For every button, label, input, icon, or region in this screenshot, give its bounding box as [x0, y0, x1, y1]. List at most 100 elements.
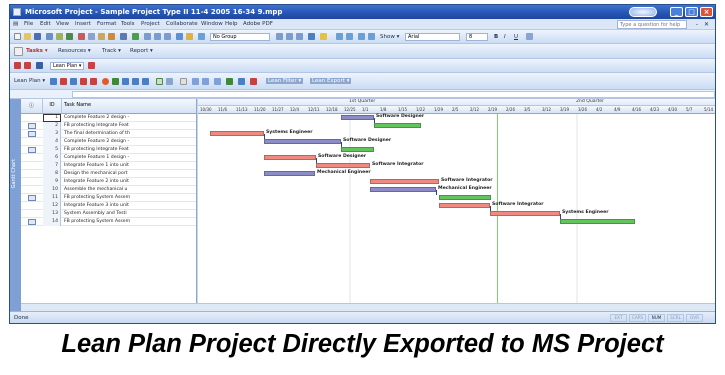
menu-project[interactable]: Project [141, 21, 160, 27]
fx-menu[interactable]: Lean Plan ▾ [14, 78, 45, 84]
table-row[interactable]: 1 Complete Feature 2 design - [21, 114, 196, 122]
table-row[interactable]: 9 Integrate Feature 2 into unit [21, 178, 196, 186]
diamond-icon[interactable] [60, 78, 67, 85]
table-row[interactable]: 6 Complete Feature 1 design - [21, 154, 196, 162]
note-icon[interactable] [28, 147, 36, 153]
gantt-bar[interactable] [341, 147, 374, 152]
gantt-bar[interactable] [210, 131, 264, 136]
pdf-icon[interactable] [88, 62, 95, 69]
minimize-button[interactable]: _ [670, 7, 683, 17]
gantt-bar[interactable] [374, 123, 421, 128]
report-guide-button[interactable]: Report ▾ [130, 48, 153, 54]
link-tasks-icon[interactable] [144, 33, 151, 40]
spelling-icon[interactable] [66, 33, 73, 40]
flag-icon[interactable] [112, 78, 119, 85]
id-column-header[interactable]: ID [43, 99, 62, 114]
table-icon[interactable] [166, 78, 173, 85]
gantt-bar[interactable] [439, 203, 490, 208]
note-icon[interactable] [28, 123, 36, 129]
chart-icon[interactable] [80, 78, 87, 85]
table-row[interactable]: 14 FB protecting System Assem [21, 218, 196, 226]
gantt-bar[interactable] [341, 115, 374, 120]
horizontal-scrollbar[interactable] [21, 303, 715, 311]
table-row[interactable]: 2 FB protecting Integrate Feat [21, 122, 196, 130]
open-icon[interactable] [24, 33, 31, 40]
table-row[interactable]: 12 Integrate Feature 3 into unit [21, 202, 196, 210]
outdent-icon[interactable] [336, 33, 343, 40]
tasks-guide-button[interactable]: Tasks ▾ [26, 48, 48, 54]
task-name[interactable]: Complete Feature 1 design - [62, 154, 196, 162]
gantt-bar[interactable] [264, 155, 316, 160]
task-info-icon[interactable] [176, 33, 183, 40]
entry-input[interactable] [72, 91, 715, 98]
save-icon[interactable] [34, 33, 41, 40]
assign-resources-icon[interactable] [198, 33, 205, 40]
italic-button[interactable]: I [504, 34, 506, 40]
indent-icon[interactable] [346, 33, 353, 40]
bold-button[interactable]: B [494, 34, 498, 40]
task-name[interactable]: FB protecting Integrate Feat [62, 146, 196, 154]
gantt-bar[interactable] [264, 139, 341, 144]
maximize-button[interactable]: □ [685, 7, 698, 17]
table-row[interactable]: 5 FB protecting Integrate Feat [21, 146, 196, 154]
lean-filter-button[interactable]: Lean Filter ▾ [266, 78, 304, 84]
note-icon[interactable] [28, 195, 36, 201]
cut-icon[interactable] [78, 33, 85, 40]
gantt-bar[interactable] [560, 219, 635, 224]
notes-icon[interactable] [186, 33, 193, 40]
split-task-icon[interactable] [164, 33, 171, 40]
menu-collaborate[interactable]: Collaborate [166, 21, 198, 27]
task-name[interactable]: Complete Feature 2 design - [62, 138, 196, 146]
underline-button[interactable]: U [514, 34, 518, 40]
menu-view[interactable]: View [56, 21, 69, 27]
line-icon[interactable] [192, 78, 199, 85]
rewind-icon[interactable] [142, 78, 149, 85]
undo-icon[interactable] [120, 33, 127, 40]
format-painter-icon[interactable] [108, 33, 115, 40]
menu-tools[interactable]: Tools [121, 21, 135, 27]
gantt-bar[interactable] [439, 195, 491, 200]
lean-plan-select[interactable]: Lean Plan ▾ [50, 62, 84, 70]
task-name[interactable]: System Assembly and Testi [62, 210, 196, 218]
menu-adobe-pdf[interactable]: Adobe PDF [243, 21, 273, 27]
lean-export-button[interactable]: Lean Export ▾ [310, 78, 352, 84]
close-button[interactable]: × [700, 7, 713, 17]
table-row[interactable]: 10 Assemble the mechanical u [21, 186, 196, 194]
lean-icon-3[interactable] [36, 62, 43, 69]
gantt-bar[interactable] [264, 171, 315, 176]
task-name[interactable]: Complete Feature 2 design - [62, 114, 196, 122]
show-menu[interactable]: Show ▾ [380, 34, 399, 40]
link-icon[interactable] [122, 78, 129, 85]
indicator-column-header[interactable]: ⓘ [21, 99, 43, 114]
resources-guide-button[interactable]: Resources ▾ [58, 48, 91, 54]
lean-icon-2[interactable] [24, 62, 31, 69]
align-left-icon[interactable] [526, 33, 533, 40]
preview-icon[interactable] [56, 33, 63, 40]
person-icon[interactable] [238, 78, 245, 85]
task-name[interactable]: The final determination of th [62, 130, 196, 138]
guide-icon[interactable] [14, 47, 23, 56]
copy-picture-icon[interactable] [308, 33, 315, 40]
indicator-icon[interactable] [90, 78, 97, 85]
menu-insert[interactable]: Insert [75, 21, 91, 27]
task-name[interactable]: FB protecting System Assem [62, 194, 196, 202]
task-name[interactable]: FB protecting Integrate Feat [62, 122, 196, 130]
task-name[interactable]: Assemble the mechanical u [62, 186, 196, 194]
unlink-tasks-icon[interactable] [154, 33, 161, 40]
filter-icon[interactable] [70, 78, 77, 85]
table-row[interactable]: 13 System Assembly and Testi [21, 210, 196, 218]
document-window-controls[interactable]: - ✕ [696, 21, 711, 28]
table-row[interactable]: 7 Integrate Feature 1 into unit [21, 162, 196, 170]
table-row[interactable]: 4 Complete Feature 2 design - [21, 138, 196, 146]
table-row[interactable]: 3 The final determination of th [21, 130, 196, 138]
gantt-bar[interactable] [370, 179, 439, 184]
menu-window[interactable]: Window [201, 21, 223, 27]
view-bar[interactable]: Gantt Chart [10, 99, 21, 311]
triangle-icon[interactable] [226, 78, 233, 85]
connector-icon[interactable] [202, 78, 209, 85]
note-icon[interactable] [28, 131, 36, 137]
goto-task-icon[interactable] [296, 33, 303, 40]
hyperlink-icon[interactable] [132, 33, 139, 40]
grid-icon[interactable] [156, 78, 163, 85]
track-guide-button[interactable]: Track ▾ [102, 48, 121, 54]
